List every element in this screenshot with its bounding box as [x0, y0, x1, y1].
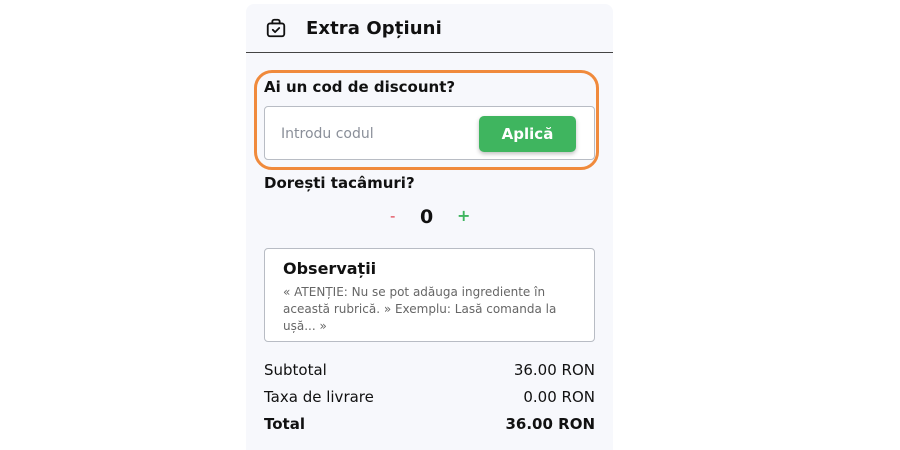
total-label: Total: [264, 414, 305, 433]
delivery-fee-row: Taxa de livrare 0.00 RON: [264, 383, 595, 410]
notes-field[interactable]: Observații « ATENȚIE: Nu se pot adăuga i…: [264, 248, 595, 342]
order-summary: Subtotal 36.00 RON Taxa de livrare 0.00 …: [264, 356, 595, 437]
panel-title: Extra Opțiuni: [306, 17, 442, 39]
cutlery-quantity-stepper: - 0 +: [386, 204, 486, 234]
apply-discount-button[interactable]: Aplică: [479, 116, 576, 152]
subtotal-value: 36.00 RON: [513, 360, 595, 379]
notes-title: Observații: [283, 259, 377, 278]
discount-label: Ai un cod de discount?: [264, 78, 456, 96]
cutlery-count: 0: [420, 206, 434, 228]
discount-box: Aplică: [264, 106, 595, 160]
total-value: 36.00 RON: [505, 414, 595, 433]
delivery-fee-label: Taxa de livrare: [264, 387, 374, 406]
cutlery-label: Dorești tacâmuri?: [264, 174, 415, 192]
total-row: Total 36.00 RON: [264, 410, 595, 437]
subtotal-label: Subtotal: [264, 360, 327, 379]
extra-options-panel: Extra Opțiuni Ai un cod de discount? Apl…: [246, 4, 613, 450]
delivery-fee-value: 0.00 RON: [523, 387, 595, 406]
discount-code-input[interactable]: [279, 120, 473, 148]
bag-check-icon: [264, 16, 288, 40]
decrease-cutlery-button[interactable]: -: [390, 207, 395, 225]
notes-placeholder: « ATENȚIE: Nu se pot adăuga ingrediente …: [283, 285, 557, 333]
panel-header: Extra Opțiuni: [246, 4, 613, 53]
subtotal-row: Subtotal 36.00 RON: [264, 356, 595, 383]
increase-cutlery-button[interactable]: +: [457, 206, 470, 225]
